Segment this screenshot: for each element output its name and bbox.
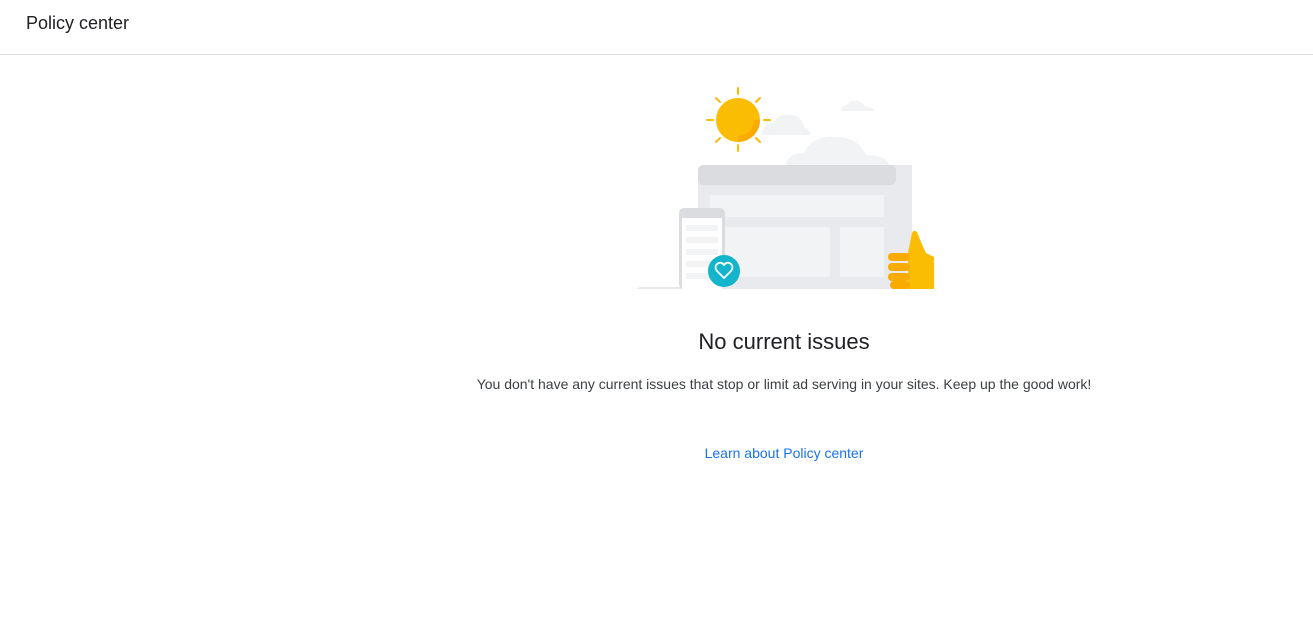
- main-content: No current issues You don't have any cur…: [0, 56, 1313, 617]
- empty-state-description: You don't have any current issues that s…: [476, 376, 1092, 392]
- learn-about-policy-center-link[interactable]: Learn about Policy center: [705, 445, 864, 461]
- learn-link-container: Learn about Policy center: [0, 443, 1313, 463]
- no-issues-illustration: [636, 87, 934, 289]
- empty-state-title: No current issues: [698, 329, 870, 354]
- sun-icon: [706, 87, 771, 152]
- heart-icon: [708, 255, 740, 287]
- cloud-icon: [762, 100, 890, 167]
- app-header: Policy center: [0, 0, 1313, 55]
- page-title: Policy center: [26, 13, 130, 33]
